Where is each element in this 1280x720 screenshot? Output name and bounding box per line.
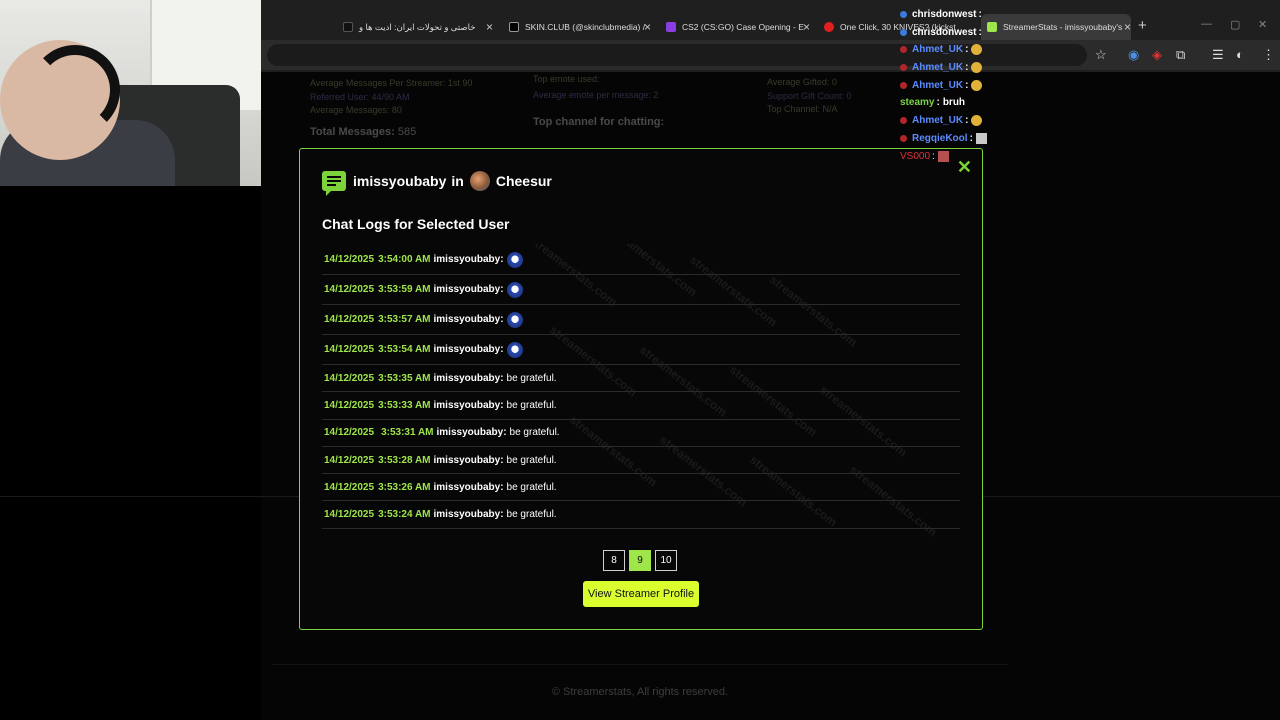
extensions-puzzle-icon[interactable]: ⧉ [1176, 47, 1185, 63]
chat-line: chrisdonwest: [900, 9, 982, 20]
profile-avatar-icon[interactable]: ◐ [1236, 47, 1244, 62]
new-tab-button[interactable]: + [1138, 17, 1147, 34]
chat-log-list: 14/12/2025 3:54:00 AM imissyoubaby: 14/12/… [322, 245, 962, 529]
minimize-icon[interactable]: — [1201, 18, 1212, 30]
bg-stat: Referred User: 44/90 AM [310, 92, 410, 102]
log-row: 14/12/2025 3:53:35 AM imissyoubaby: be grat… [322, 365, 960, 393]
emote-icon [971, 80, 983, 91]
log-row: 14/12/2025 3:53:59 AM imissyoubaby: [322, 275, 960, 305]
in-label: in [451, 173, 464, 189]
chat-line: steamy: bruh [900, 97, 966, 108]
close-icon[interactable]: × [486, 20, 493, 34]
chat-line: chrisdonwest: [900, 27, 982, 38]
log-row: 14/12/2025 3:53:33 AM imissyoubaby: be grat… [322, 392, 960, 420]
bg-stat: Average emote per message: 2 [533, 90, 659, 100]
view-streamer-profile-button[interactable]: View Streamer Profile [583, 581, 699, 607]
page-button-8[interactable]: 8 [603, 550, 625, 571]
bookmark-star-icon[interactable]: ☆ [1095, 47, 1107, 63]
page-button-10[interactable]: 10 [655, 550, 677, 571]
log-row: 14/12/2025 3:54:00 AM imissyoubaby: [322, 245, 960, 275]
bg-stat: Average Messages: 80 [310, 105, 402, 115]
pagination: 8 9 10 [603, 550, 681, 571]
headphones-icon [30, 45, 120, 135]
chat-line: Ahmet_UK: [900, 80, 983, 91]
emote-icon [506, 281, 523, 298]
emote-icon [971, 115, 983, 126]
x-icon [509, 22, 519, 32]
bg-stat: Support Gift Count: 0 [767, 91, 852, 101]
close-icon[interactable]: × [644, 20, 651, 34]
total-messages: Total Messages: 585 [310, 126, 417, 138]
tab-strip: خاصتی و تحولات ایران: ادیت ها و × SKIN.CL… [261, 14, 1280, 40]
bg-stat: Top Channel: N/A [767, 104, 838, 114]
screen: خاصتی و تحولات ایران: ادیت ها و × SKIN.CL… [0, 0, 1280, 720]
chat-bubble-icon [322, 171, 346, 191]
log-row: 14/12/2025 3:53:31 AM imissyoubaby: be grat… [322, 420, 960, 447]
bg-stat: Average Gifted: 0 [767, 77, 837, 87]
emote-icon [506, 311, 523, 328]
tab-0[interactable]: خاصتی و تحولات ایران: ادیت ها و × [343, 14, 493, 40]
chat-line: VS000: [900, 151, 949, 162]
emote-icon [506, 251, 523, 268]
emote-icon [937, 151, 949, 162]
close-window-icon[interactable]: ✕ [1258, 18, 1267, 31]
tab-1[interactable]: SKIN.CLUB (@skinclubmedia) / × [509, 14, 651, 40]
youtube-icon [824, 22, 834, 32]
extension-shield-icon[interactable]: ◈ [1152, 47, 1162, 63]
more-menu-icon[interactable]: ⋮ [1262, 47, 1275, 63]
stream-chat-overlay: chrisdonwest: chrisdonwest: Ahmet_UK: Ah… [900, 0, 1020, 170]
log-row: 14/12/2025 3:53:28 AM imissyoubaby: be grat… [322, 447, 960, 475]
skin-icon [666, 22, 676, 32]
emote-icon [971, 44, 983, 55]
emote-icon [971, 62, 983, 73]
tiktok-icon [343, 22, 353, 32]
top-channel-label: Top channel for chatting: [533, 116, 665, 128]
footer-copyright: © Streamerstats, All rights reserved. [551, 686, 729, 698]
chat-line: RegqieKool: [900, 133, 987, 144]
log-row: 14/12/2025 3:53:54 AM imissyoubaby: [322, 335, 960, 365]
extension-sound-icon[interactable]: ◉ [1128, 47, 1139, 63]
divider [272, 664, 1008, 665]
bg-stat: Average Messages Per Streamer: 1st 90 [310, 78, 473, 88]
modal-title: Chat Logs for Selected User [322, 216, 510, 232]
channel-name: Cheesur [495, 173, 552, 189]
modal-header: imissyoubaby in Cheesur [322, 171, 552, 191]
chat-line: Ahmet_UK: [900, 115, 983, 126]
close-icon[interactable]: × [803, 20, 810, 34]
menu-list-icon[interactable]: ☰ [1212, 47, 1224, 63]
selected-username: imissyoubaby [353, 173, 447, 189]
channel-avatar [469, 171, 490, 191]
log-row: 14/12/2025 3:53:26 AM imissyoubaby: be grat… [322, 474, 960, 502]
page-button-9[interactable]: 9 [629, 550, 651, 571]
chat-line: Ahmet_UK: [900, 44, 983, 55]
emote-icon [975, 133, 987, 144]
log-row: 14/12/2025 3:53:57 AM imissyoubaby: [322, 305, 960, 335]
webcam-overlay [0, 0, 261, 186]
emote-icon [506, 341, 523, 358]
bg-stat: Top emote used: [533, 74, 600, 84]
maximize-icon[interactable]: ▢ [1230, 18, 1240, 31]
chat-logs-modal: streamerstats.com streamerstats.com stre… [299, 148, 983, 630]
chat-line: Ahmet_UK: [900, 62, 983, 73]
tab-2[interactable]: CS2 (CS:GO) Case Opening - E × [666, 14, 810, 40]
close-icon[interactable]: × [1124, 20, 1131, 34]
log-row: 14/12/2025 3:53:24 AM imissyoubaby: be grat… [322, 501, 960, 529]
